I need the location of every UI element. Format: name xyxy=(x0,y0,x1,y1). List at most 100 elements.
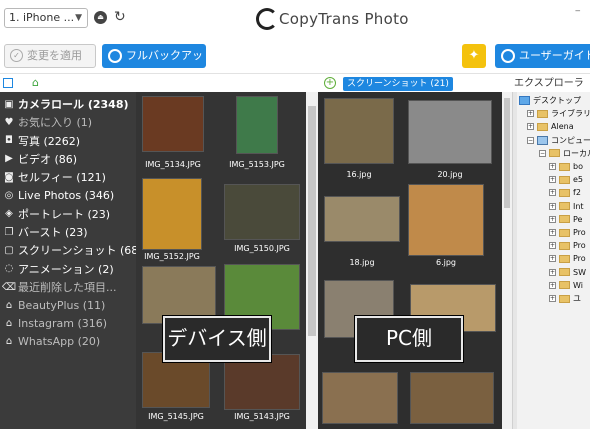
explorer-tree-node[interactable]: + ユ xyxy=(549,292,581,305)
sidebar-item[interactable]: ▢ スクリーンショット (68) xyxy=(0,241,142,259)
copytrans-logo-icon xyxy=(256,8,278,30)
sidebar-item-label: お気に入り (1) xyxy=(18,116,93,130)
sidebar-item[interactable]: ⌂ Instagram (316) xyxy=(0,315,136,333)
folder-icon xyxy=(559,281,570,290)
pc-side-caption: PC側 xyxy=(355,316,463,362)
device-photo-thumbnail[interactable] xyxy=(224,184,300,240)
folder-icon xyxy=(537,122,548,131)
device-photo-thumbnail[interactable] xyxy=(236,96,278,154)
explorer-tree-node[interactable]: デスクトップ xyxy=(519,94,581,107)
explorer-tree-node[interactable]: + Alena xyxy=(527,120,574,133)
expand-toggle-icon[interactable]: + xyxy=(549,215,556,223)
explorer-tree-node[interactable]: + Pro xyxy=(549,252,586,265)
pc-photo-thumbnail[interactable] xyxy=(324,196,400,242)
expand-toggle-icon[interactable]: + xyxy=(549,255,556,263)
explorer-node-label: ユ xyxy=(573,294,581,303)
sidebar-item[interactable]: ⌫ 最近削除した項目... xyxy=(0,278,136,296)
live-photos-icon: ◎ xyxy=(4,190,14,201)
explorer-tree-node[interactable]: + Int xyxy=(549,200,584,213)
sidebar-item[interactable]: ▶ ビデオ (86) xyxy=(0,150,136,168)
expand-toggle-icon[interactable]: + xyxy=(549,242,556,250)
expand-toggle-icon[interactable]: − xyxy=(539,149,546,157)
expand-toggle-icon[interactable]: + xyxy=(549,229,556,236)
explorer-tree-node[interactable]: + e5 xyxy=(549,173,583,186)
explorer-tree-node[interactable]: + ライブラリ xyxy=(527,107,590,120)
expand-toggle-icon[interactable]: + xyxy=(549,176,556,184)
folder-icon xyxy=(559,254,570,263)
device-photo-thumbnail[interactable] xyxy=(224,354,300,410)
album-sidebar: ▣ カメラロール (2348) ♥ お気に入り (1) ◘ 写真 (2262) ▶ ビデオ (… xyxy=(0,92,143,429)
explorer-tree-node[interactable]: + bo xyxy=(549,160,583,173)
expand-toggle-icon[interactable]: + xyxy=(549,202,556,210)
explorer-tree-node[interactable]: − ローカル xyxy=(539,147,590,160)
add-folder-icon[interactable]: + xyxy=(324,77,336,89)
device-photo-thumbnail[interactable] xyxy=(142,178,202,250)
explorer-tree-node[interactable]: + Pro xyxy=(549,239,586,252)
eject-icon[interactable]: ⏏ xyxy=(94,11,107,24)
folder-icon xyxy=(559,241,570,250)
expand-toggle-icon[interactable]: + xyxy=(549,189,556,197)
full-backup-button[interactable]: フルバックアップ xyxy=(102,44,206,86)
heart-icon: ♥ xyxy=(4,116,14,128)
sidebar-item[interactable]: ◈ ポートレート (23) xyxy=(0,205,136,223)
view-toggle-icon[interactable] xyxy=(3,78,13,88)
device-grid-scroll-thumb[interactable] xyxy=(308,106,316,336)
device-select[interactable]: 1. iPhone ... ▼ xyxy=(4,8,88,28)
sidebar-item-label: Instagram (316) xyxy=(18,317,108,331)
explorer-tree-node[interactable]: + Pe xyxy=(549,213,582,226)
explorer-tree-node[interactable]: + Pro xyxy=(549,226,586,239)
apply-changes-button[interactable]: ✓ 変更を適用 xyxy=(4,44,96,68)
user-guide-label: ユーザーガイド xyxy=(519,49,590,62)
device-photo-filename: IMG_5145.JPG xyxy=(148,412,204,421)
sidebar-item-label: ポートレート (23) xyxy=(18,207,111,221)
explorer-node-label: デスクトップ xyxy=(533,96,581,105)
pc-photo-thumbnail[interactable] xyxy=(324,98,394,164)
pc-grid-scrollbar[interactable] xyxy=(502,92,512,429)
explorer-tree-node[interactable]: + Wi xyxy=(549,279,583,292)
explorer-node-label: Pro xyxy=(573,228,586,237)
sidebar-item[interactable]: ⌂ WhatsApp (20) xyxy=(0,333,136,351)
sidebar-item[interactable]: ❐ バースト (23) xyxy=(0,223,136,241)
album-icon: ⌂ xyxy=(5,336,13,348)
expand-toggle-icon[interactable]: + xyxy=(549,281,556,289)
pc-photo-thumbnail[interactable] xyxy=(410,372,494,424)
explorer-tree-node[interactable]: − コンピュータ xyxy=(527,134,590,147)
new-album-icon[interactable]: ⌂ xyxy=(32,77,44,89)
sidebar-item[interactable]: ◎ Live Photos (346) xyxy=(0,187,136,205)
sidebar-item[interactable]: ▣ カメラロール (2348) xyxy=(0,95,136,113)
explorer-tree-node[interactable]: + f2 xyxy=(549,186,581,199)
minimize-button[interactable]: _ xyxy=(576,2,581,12)
device-photo-thumbnail[interactable] xyxy=(142,96,204,152)
device-photo-filename: IMG_5153.JPG xyxy=(229,160,285,169)
sidebar-item[interactable]: ⌂ BeautyPlus (11) xyxy=(0,296,136,314)
sidebar-item-label: カメラロール (2348) xyxy=(18,98,129,111)
expand-toggle-icon[interactable]: + xyxy=(527,123,534,131)
device-grid-scrollbar[interactable] xyxy=(306,92,318,429)
pc-folder-tag: スクリーンショット (21) xyxy=(343,77,453,91)
expand-toggle-icon[interactable]: − xyxy=(527,136,534,144)
expand-toggle-icon[interactable]: + xyxy=(549,268,556,276)
album-icon: ⌂ xyxy=(5,318,13,330)
explorer-node-label: Int xyxy=(573,201,584,211)
explorer-tree-node[interactable]: + SW xyxy=(549,266,586,279)
sidebar-item[interactable]: ♥ お気に入り (1) xyxy=(0,113,136,131)
explorer-node-label: Pro xyxy=(573,254,586,264)
lightbulb-icon[interactable]: ✦ xyxy=(462,44,486,68)
pc-photo-thumbnail[interactable] xyxy=(322,372,398,424)
sidebar-item[interactable]: ◌ アニメーション (2) xyxy=(0,260,136,278)
device-photo-filename: IMG_5134.JPG xyxy=(145,160,201,169)
sidebar-item[interactable]: ◘ 写真 (2262) xyxy=(0,132,136,150)
expand-toggle-icon[interactable]: + xyxy=(527,110,534,118)
user-guide-button[interactable]: ユーザーガイド xyxy=(495,44,590,68)
expand-toggle-icon[interactable]: + xyxy=(549,163,556,170)
folder-icon xyxy=(537,109,548,118)
title-bar: 1. iPhone ... ▼ ⏏ ↻ CopyTrans Photo _ xyxy=(0,0,590,38)
expand-toggle-icon[interactable]: + xyxy=(549,295,556,302)
selfie-icon: ◙ xyxy=(4,171,14,183)
pc-photo-thumbnail[interactable] xyxy=(408,184,484,256)
pc-photo-thumbnail[interactable] xyxy=(408,100,492,164)
pc-grid-scroll-thumb[interactable] xyxy=(504,98,510,208)
refresh-icon[interactable]: ↻ xyxy=(114,9,128,25)
folder-icon xyxy=(559,294,570,303)
sidebar-item[interactable]: ◙ セルフィー (121) xyxy=(0,168,136,186)
